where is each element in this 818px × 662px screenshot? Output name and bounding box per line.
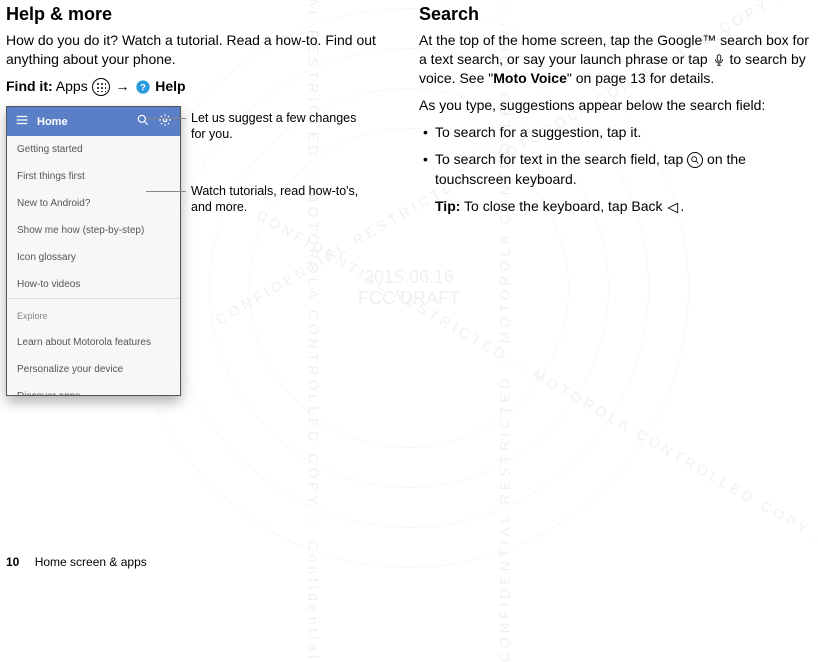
list-item: First things first <box>7 163 180 190</box>
list-item: How-to videos <box>7 271 180 298</box>
hamburger-icon <box>15 113 29 130</box>
list-item: Learn about Motorola features <box>7 329 180 356</box>
microphone-icon <box>712 53 726 67</box>
tip-label: Tip: <box>435 198 460 214</box>
back-triangle-icon <box>666 201 680 215</box>
footer-section: Home screen & apps <box>35 555 147 569</box>
list-item: Personalize your device <box>7 356 180 383</box>
list-item: Show me how (step-by-step) <box>7 217 180 244</box>
bullet-item: To search for text in the search field, … <box>423 150 812 189</box>
list-item: Icon glossary <box>7 244 180 271</box>
callout-tutorials: Watch tutorials, read how-to's, and more… <box>191 183 371 216</box>
page-number: 10 <box>6 555 19 569</box>
text-bold: Moto Voice <box>493 70 567 86</box>
callout-text: Let us suggest a few changes for you. <box>191 111 356 141</box>
list-item: New to Android? <box>7 190 180 217</box>
text-span: To search for text in the search field, … <box>435 151 687 167</box>
page-footer: 10 Home screen & apps <box>6 555 147 569</box>
search-heading: Search <box>419 4 812 25</box>
search-paragraph-2: As you type, suggestions appear below th… <box>419 96 812 115</box>
arrow-icon: → <box>115 78 129 94</box>
phone-app-title: Home <box>37 116 68 128</box>
gear-icon <box>158 113 172 130</box>
find-it-help: Help <box>155 78 185 94</box>
search-key-icon <box>687 152 703 168</box>
help-heading: Help & more <box>6 4 399 25</box>
callout-suggestions: Let us suggest a few changes for you. <box>191 110 371 143</box>
help-intro: How do you do it? Watch a tutorial. Read… <box>6 31 399 69</box>
callout-text: Watch tutorials, read how-to's, and more… <box>191 184 358 214</box>
search-paragraph-1: At the top of the home screen, tap the G… <box>419 31 812 88</box>
text-span: To close the keyboard, tap Back <box>460 198 666 214</box>
find-it-line: Find it: Apps → ? Help <box>6 77 399 96</box>
phone-app-header: Home <box>7 107 180 136</box>
list-item: Getting started <box>7 136 180 163</box>
list-section-label: Explore <box>7 299 180 329</box>
text-span: . <box>680 198 684 214</box>
svg-text:?: ? <box>141 82 147 92</box>
search-icon <box>136 113 150 130</box>
text-span: " on page 13 for details. <box>567 70 714 86</box>
phone-mock-help-app: Home Getting started First things first … <box>6 106 181 396</box>
help-question-icon: ? <box>135 79 151 95</box>
tip-line: Tip: To close the keyboard, tap Back . <box>419 197 812 216</box>
find-it-apps: Apps <box>56 78 88 94</box>
find-it-label: Find it: <box>6 78 53 94</box>
list-item: Discover apps <box>7 383 180 395</box>
bullet-item: To search for a suggestion, tap it. <box>423 123 812 143</box>
apps-grid-icon <box>92 78 110 96</box>
